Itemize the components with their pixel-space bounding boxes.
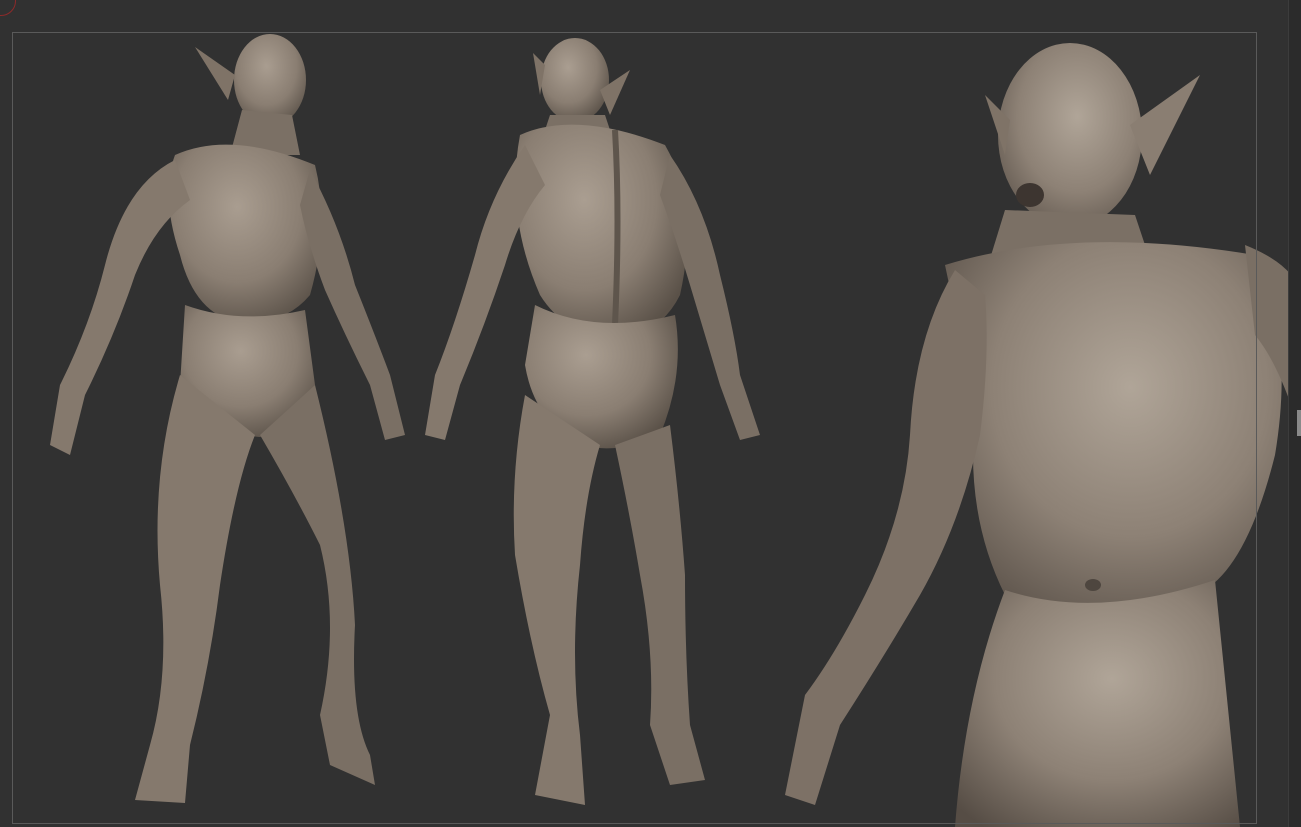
sculpt-back-view [425, 38, 760, 805]
scroll-handle[interactable] [1297, 410, 1301, 436]
corner-marker [0, 0, 16, 16]
sculpt-closeup-view [785, 43, 1301, 827]
zbrush-viewport[interactable] [0, 0, 1301, 827]
sculpt-front-view [50, 34, 405, 803]
